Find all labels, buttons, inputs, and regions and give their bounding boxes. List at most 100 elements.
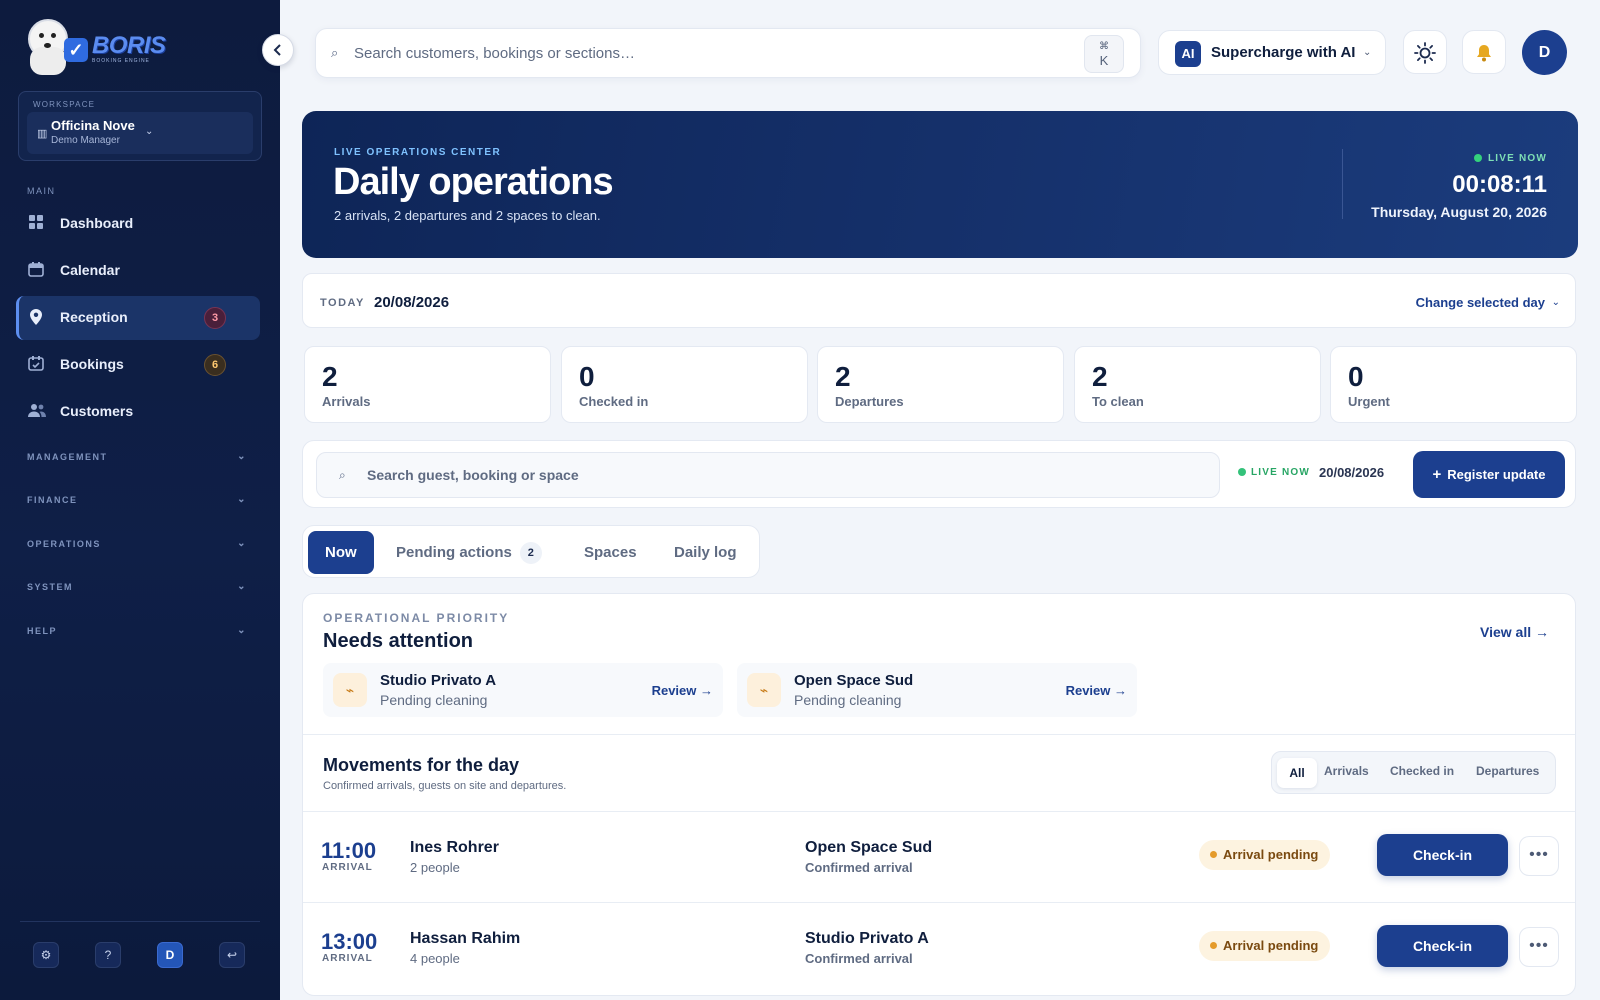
chevron-left-icon bbox=[273, 44, 281, 56]
tab-pending-actions[interactable]: Pending actions 2 bbox=[396, 531, 542, 574]
register-update-label: Register update bbox=[1447, 467, 1546, 482]
user-avatar[interactable]: D bbox=[1522, 30, 1567, 75]
sidebar-item-reception[interactable]: Reception 3 bbox=[16, 296, 260, 340]
movements-subtitle: Confirmed arrivals, guests on site and d… bbox=[323, 780, 567, 792]
more-horizontal-icon: ••• bbox=[1529, 937, 1549, 954]
plus-icon: + bbox=[1432, 466, 1442, 483]
stat-label: Checked in bbox=[579, 394, 649, 409]
tab-now[interactable]: Now bbox=[308, 531, 374, 574]
ai-badge: AI bbox=[1175, 41, 1201, 67]
filter-all[interactable]: All bbox=[1277, 758, 1317, 788]
review-link[interactable]: Review → bbox=[1066, 683, 1127, 698]
stat-card-to-clean[interactable]: 2 To clean bbox=[1074, 346, 1321, 423]
chevron-down-icon[interactable]: ⌄ bbox=[1552, 297, 1560, 308]
check-in-button[interactable]: Check-in bbox=[1377, 925, 1508, 967]
global-search-input[interactable]: ⌕ Search customers, bookings or sections… bbox=[315, 28, 1141, 78]
nav-group-finance[interactable]: FINANCE ⌄ bbox=[27, 494, 247, 505]
chevron-down-icon: ⌄ bbox=[237, 625, 247, 636]
nav-group-management[interactable]: MANAGEMENT ⌄ bbox=[27, 451, 247, 462]
review-link[interactable]: Review → bbox=[652, 683, 713, 698]
view-all-link[interactable]: View all → bbox=[1480, 624, 1549, 640]
sidebar: ✓ BORIS BOOKING ENGINE WORKSPACE ▥ Offic… bbox=[0, 0, 280, 1000]
stat-value: 2 bbox=[322, 361, 338, 392]
tab-spaces[interactable]: Spaces bbox=[584, 531, 637, 574]
users-icon bbox=[28, 402, 48, 422]
nav-group-operations[interactable]: OPERATIONS ⌄ bbox=[27, 538, 247, 549]
stat-card-arrivals[interactable]: 2 Arrivals bbox=[304, 346, 551, 423]
attention-card[interactable]: ⌁ Studio Privato A Pending cleaning Revi… bbox=[323, 663, 723, 717]
nav-group-help[interactable]: HELP ⌄ bbox=[27, 625, 247, 636]
guest-count: 4 people bbox=[410, 951, 460, 966]
user-avatar-button[interactable]: D bbox=[157, 942, 183, 968]
live-clock: 00:08:11 bbox=[1452, 171, 1547, 198]
theme-toggle-button[interactable] bbox=[1403, 30, 1447, 74]
attention-card[interactable]: ⌁ Open Space Sud Pending cleaning Review… bbox=[737, 663, 1137, 717]
register-update-button[interactable]: + Register update bbox=[1413, 451, 1565, 498]
filter-checked-in[interactable]: Checked in bbox=[1390, 764, 1454, 778]
sidebar-item-dashboard[interactable]: Dashboard bbox=[16, 202, 260, 246]
stat-card-checked-in[interactable]: 0 Checked in bbox=[561, 346, 808, 423]
nav-group-label: OPERATIONS bbox=[27, 539, 101, 549]
section-divider bbox=[303, 734, 1575, 735]
sidebar-item-label: Calendar bbox=[60, 262, 120, 278]
ai-assistant-label: Supercharge with AI bbox=[1211, 44, 1356, 61]
movement-time: 13:00 bbox=[321, 929, 378, 954]
section-label-main: MAIN bbox=[27, 186, 56, 196]
check-in-button[interactable]: Check-in bbox=[1377, 834, 1508, 876]
hero-divider bbox=[1342, 149, 1343, 219]
stat-value: 0 bbox=[579, 361, 595, 392]
movement-type: ARRIVAL bbox=[322, 953, 373, 964]
hero-kicker: LIVE OPERATIONS CENTER bbox=[334, 147, 502, 158]
space-name: Open Space Sud bbox=[805, 839, 933, 856]
operations-panel: OPERATIONAL PRIORITY Needs attention Vie… bbox=[302, 593, 1576, 996]
guest-count: 2 people bbox=[410, 860, 460, 875]
shortcut-key: K bbox=[1099, 53, 1109, 68]
more-actions-button[interactable]: ••• bbox=[1519, 836, 1559, 876]
guest-search-input[interactable]: ⌕ Search guest, booking or space bbox=[316, 452, 1220, 498]
sidebar-item-calendar[interactable]: Calendar bbox=[16, 249, 260, 293]
keyboard-shortcut-hint: ⌘ K bbox=[1084, 35, 1124, 73]
calendar-icon bbox=[28, 261, 48, 281]
filter-arrivals[interactable]: Arrivals bbox=[1324, 764, 1369, 778]
space-status: Confirmed arrival bbox=[805, 951, 913, 966]
stat-card-departures[interactable]: 2 Departures bbox=[817, 346, 1064, 423]
reception-count-badge: 3 bbox=[204, 307, 226, 329]
nav-group-system[interactable]: SYSTEM ⌄ bbox=[27, 581, 247, 592]
notifications-button[interactable] bbox=[1462, 30, 1506, 74]
brand-logo[interactable]: ✓ BORIS BOOKING ENGINE bbox=[24, 14, 174, 78]
row-divider bbox=[303, 811, 1575, 812]
filter-departures[interactable]: Departures bbox=[1476, 764, 1539, 778]
more-actions-button[interactable]: ••• bbox=[1519, 927, 1559, 967]
change-day-button[interactable]: Change selected day bbox=[1416, 295, 1545, 310]
location-pin-icon bbox=[28, 308, 48, 328]
movements-filter: All Arrivals Checked in Departures bbox=[1271, 751, 1556, 794]
workspace-selector[interactable]: ▥ Officina Nove Demo Manager ⌄ bbox=[27, 112, 253, 154]
tab-label: Pending actions bbox=[396, 544, 512, 561]
ai-assistant-button[interactable]: AI Supercharge with AI ⌄ bbox=[1158, 30, 1386, 75]
guest-name: Hassan Rahim bbox=[410, 930, 521, 947]
sidebar-item-label: Customers bbox=[60, 403, 134, 419]
current-date: Thursday, August 20, 2026 bbox=[1371, 204, 1547, 220]
sun-icon bbox=[1414, 42, 1436, 64]
stat-label: Arrivals bbox=[322, 394, 371, 409]
logout-button[interactable]: ↩ bbox=[219, 942, 245, 968]
sidebar-item-bookings[interactable]: Bookings 6 bbox=[16, 343, 260, 387]
tab-daily-log[interactable]: Daily log bbox=[674, 531, 737, 574]
workspace-switcher: WORKSPACE ▥ Officina Nove Demo Manager ⌄ bbox=[18, 91, 262, 161]
bell-icon bbox=[1477, 45, 1491, 62]
view-tabs: Now Pending actions 2 Spaces Daily log bbox=[302, 525, 760, 578]
collapse-sidebar-button[interactable] bbox=[262, 34, 294, 66]
status-dot-icon bbox=[1210, 942, 1217, 949]
attention-status: Pending cleaning bbox=[380, 692, 488, 708]
pending-count-badge: 2 bbox=[519, 542, 542, 564]
stat-card-urgent[interactable]: 0 Urgent bbox=[1330, 346, 1577, 423]
stat-label: To clean bbox=[1092, 394, 1144, 409]
calendar-check-icon bbox=[28, 355, 48, 375]
stat-value: 2 bbox=[1092, 361, 1108, 392]
brand-name: BORIS bbox=[92, 32, 166, 59]
help-button[interactable]: ? bbox=[95, 942, 121, 968]
sidebar-item-customers[interactable]: Customers bbox=[16, 390, 260, 434]
settings-button[interactable]: ⚙ bbox=[33, 942, 59, 968]
nav-group-label: FINANCE bbox=[27, 495, 78, 505]
nav-group-label: SYSTEM bbox=[27, 582, 74, 592]
